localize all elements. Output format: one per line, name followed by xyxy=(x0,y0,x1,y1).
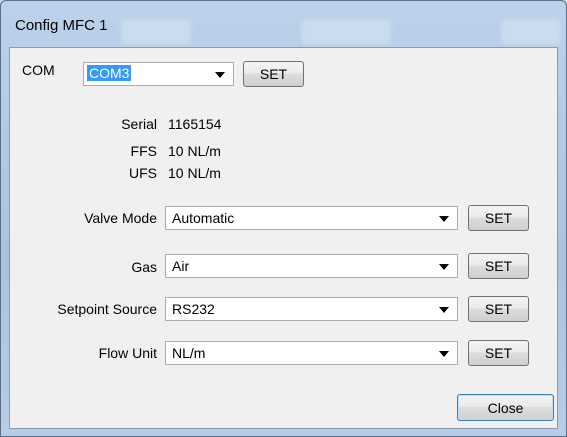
setpoint-source-value: RS232 xyxy=(172,301,215,317)
window-title: Config MFC 1 xyxy=(15,17,108,34)
background-readout xyxy=(501,19,561,45)
serial-value: 1165154 xyxy=(168,116,222,132)
com-port-value: COM3 xyxy=(87,65,132,81)
ffs-label: FFS xyxy=(130,143,157,159)
flow-unit-value: NL/m xyxy=(172,345,206,361)
valve-mode-set-button[interactable]: SET xyxy=(468,205,529,231)
valve-mode-label: Valve Mode xyxy=(84,210,157,226)
setpoint-source-set-button[interactable]: SET xyxy=(468,296,529,322)
setpoint-source-select[interactable]: RS232 xyxy=(165,297,458,321)
serial-label: Serial xyxy=(121,116,157,132)
background-readout xyxy=(121,19,191,45)
close-button[interactable]: Close xyxy=(457,394,554,421)
com-label: COM xyxy=(22,62,55,78)
valve-mode-value: Automatic xyxy=(172,210,235,226)
flow-unit-set-button[interactable]: SET xyxy=(468,340,529,366)
valve-mode-select[interactable]: Automatic xyxy=(165,206,458,230)
background-readout xyxy=(301,19,391,45)
gas-value: Air xyxy=(172,258,190,274)
gas-select[interactable]: Air xyxy=(165,254,458,278)
chevron-down-icon[interactable] xyxy=(439,351,449,357)
ufs-value: 10 NL/m xyxy=(168,165,221,181)
setpoint-source-label: Setpoint Source xyxy=(57,301,157,317)
chevron-down-icon[interactable] xyxy=(439,264,449,270)
chevron-down-icon[interactable] xyxy=(439,307,449,313)
chevron-down-icon[interactable] xyxy=(215,72,225,78)
com-port-select[interactable]: COM3 xyxy=(83,62,234,86)
com-set-button[interactable]: SET xyxy=(243,61,304,87)
gas-label: Gas xyxy=(131,259,157,275)
chevron-down-icon[interactable] xyxy=(439,216,449,222)
ufs-label: UFS xyxy=(129,165,157,181)
ffs-value: 10 NL/m xyxy=(168,143,221,159)
flow-unit-select[interactable]: NL/m xyxy=(165,341,458,365)
gas-set-button[interactable]: SET xyxy=(468,253,529,279)
flow-unit-label: Flow Unit xyxy=(98,345,157,361)
dialog-window: Config MFC 1 COM COM3 SET Serial 1165154… xyxy=(0,0,567,437)
dialog-body: COM COM3 SET Serial 1165154 FFS 10 NL/m … xyxy=(9,47,558,429)
